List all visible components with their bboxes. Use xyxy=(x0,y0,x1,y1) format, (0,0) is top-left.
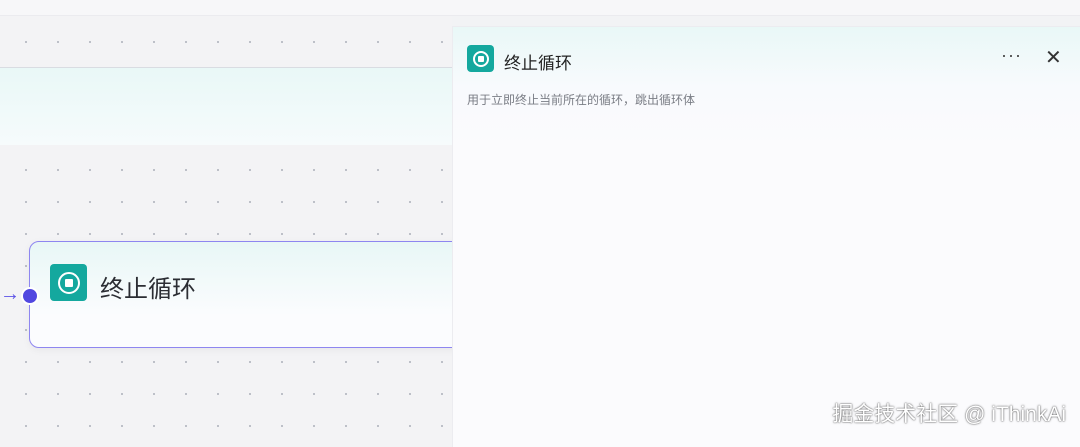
node-title: 终止循环 xyxy=(100,276,196,303)
more-options-button[interactable]: ··· xyxy=(1001,45,1022,66)
top-bar xyxy=(0,0,1080,16)
input-port[interactable] xyxy=(21,287,39,305)
watermark: 掘金技术社区 @ iThinkAi xyxy=(832,403,1066,426)
incoming-edge-arrow-icon: → xyxy=(0,283,20,305)
loop-container-band xyxy=(0,67,452,145)
break-loop-node[interactable]: 终止循环 xyxy=(29,241,469,348)
close-button[interactable]: ✕ xyxy=(1045,45,1062,70)
stop-circle-icon xyxy=(50,264,87,301)
panel-description: 用于立即终止当前所在的循环，跳出循环体 xyxy=(467,93,696,107)
panel-title: 终止循环 xyxy=(504,54,572,73)
stop-circle-icon xyxy=(467,45,494,72)
node-settings-panel: 终止循环 ··· ✕ 用于立即终止当前所在的循环，跳出循环体 xyxy=(452,26,1080,447)
